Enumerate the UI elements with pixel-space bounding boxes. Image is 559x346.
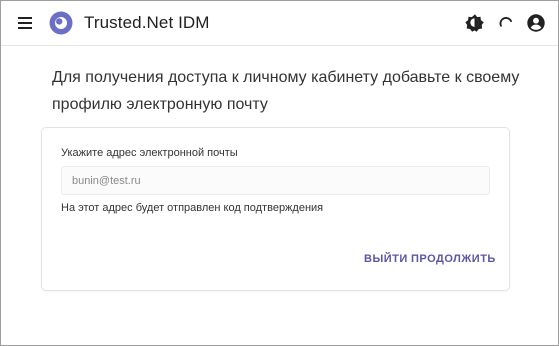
page-heading: Для получения доступа к личному кабинету… (52, 69, 520, 113)
app-title: Trusted.Net IDM (84, 13, 210, 32)
theme-toggle-icon[interactable] (464, 12, 486, 34)
account-icon[interactable] (525, 12, 547, 34)
email-field-label: Укажите адрес электронной почты (61, 147, 238, 159)
email-hint: На этот адрес будет отправлен код подтве… (61, 202, 324, 214)
exit-button[interactable]: ВЫЙТИ (364, 253, 408, 265)
app-window: Trusted.Net IDM Для получения доступа к … (0, 0, 559, 346)
app-logo-icon (49, 11, 73, 35)
email-input[interactable] (61, 166, 490, 195)
top-app-bar: Trusted.Net IDM (1, 1, 558, 46)
email-card: Укажите адрес электронной почты На этот … (41, 127, 510, 291)
loading-spinner-icon (499, 17, 512, 27)
menu-icon[interactable] (16, 15, 36, 31)
continue-button[interactable]: ПРОДОЛЖИТЬ (411, 253, 496, 265)
